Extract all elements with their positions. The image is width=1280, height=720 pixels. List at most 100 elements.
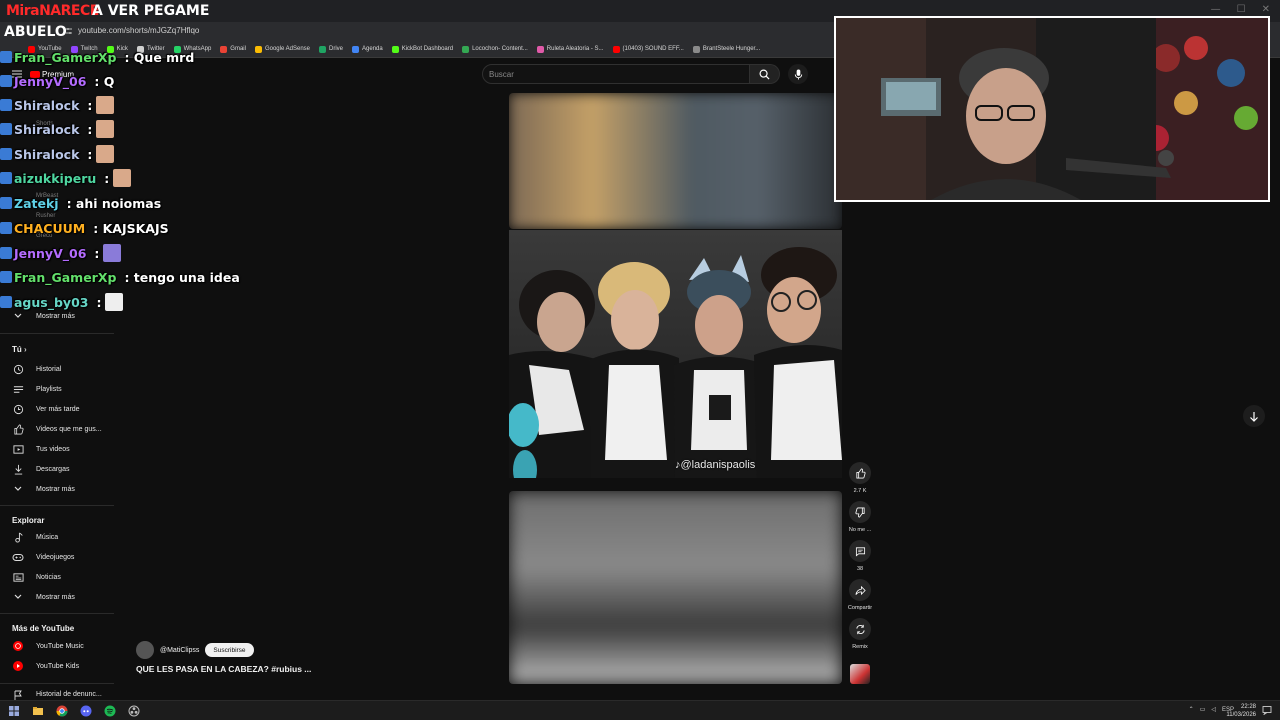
bookmark-favicon-icon <box>220 45 228 53</box>
bookmark-item[interactable]: Agenda <box>352 45 383 53</box>
network-icon[interactable]: ▭ <box>1200 706 1206 713</box>
thumbs-up-icon <box>13 424 24 434</box>
chat-message: Fran_GamerXp: tengo una idea <box>0 266 240 288</box>
discord-icon[interactable] <box>80 705 92 717</box>
share-button[interactable]: Compartir <box>848 579 872 611</box>
bookmark-label: Ruleta Aleatoria - S... <box>546 46 604 52</box>
chat-badge-icon <box>0 75 12 87</box>
voice-search-button[interactable] <box>788 64 808 84</box>
sidebar-you-header[interactable]: Tú › <box>12 345 27 354</box>
remix-button[interactable]: Remix <box>848 618 872 650</box>
bookmark-item[interactable]: KickBot Dashboard <box>391 45 453 53</box>
chat-username: Shiralock <box>14 121 80 137</box>
sidebar-item-downloads[interactable]: Descargas <box>0 460 118 478</box>
sidebar-item-music[interactable]: Música <box>0 528 118 546</box>
subscribe-button[interactable]: Suscribirse <box>205 643 254 657</box>
minimize-icon[interactable]: — <box>1211 4 1221 15</box>
notifications-icon[interactable] <box>1262 705 1272 715</box>
audio-track-thumbnail[interactable] <box>850 664 870 684</box>
chat-username: agus_by03 <box>14 294 89 310</box>
spotify-icon[interactable] <box>104 705 116 717</box>
bookmark-label: Agenda <box>362 46 383 52</box>
stream-title: A VER PEGAME <box>92 3 210 19</box>
bookmark-label: Drive <box>329 46 344 52</box>
sidebar-label: Videos que me gus... <box>36 425 102 433</box>
next-short-button[interactable] <box>1243 405 1265 427</box>
sidebar-item-history[interactable]: Historial <box>0 360 118 378</box>
sidebar-item-liked-videos[interactable]: Videos que me gus... <box>0 420 118 438</box>
sidebar-item-report-history[interactable]: Historial de denunc... <box>0 689 118 700</box>
sidebar-label: Mostrar más <box>36 593 75 601</box>
sidebar-item-news[interactable]: Noticias <box>0 568 118 586</box>
like-button[interactable]: 2.7 K <box>848 462 872 494</box>
playlist-icon <box>13 385 23 393</box>
file-explorer-icon[interactable] <box>32 705 44 717</box>
sidebar-label: Descargas <box>36 465 70 473</box>
sidebar-item-youtube-kids[interactable]: YouTube Kids <box>0 657 118 675</box>
chevron-up-icon[interactable]: ⌃ <box>1189 706 1194 713</box>
short-title[interactable]: QUE LES PASA EN LA CABEZA? #rubius ... <box>136 664 311 674</box>
chrome-icon[interactable] <box>56 705 68 717</box>
comments-button[interactable]: 38 <box>848 540 872 572</box>
channel-name[interactable]: @MatiClipss <box>160 647 199 654</box>
short-video-frame <box>509 230 842 490</box>
clock-date: 11/03/2026 <box>1226 712 1256 718</box>
channel-avatar[interactable] <box>136 641 154 659</box>
search-input[interactable]: Buscar <box>482 64 750 84</box>
chat-text: : Q <box>94 73 115 89</box>
sidebar-item-gaming[interactable]: Videojuegos <box>0 548 118 566</box>
site-info-icon[interactable] <box>64 26 74 36</box>
newspaper-icon <box>12 572 24 582</box>
sidebar-item-show-more-explore[interactable]: Mostrar más <box>0 588 118 606</box>
bookmark-label: Locochon- Content... <box>472 46 528 52</box>
share-icon <box>855 585 866 595</box>
bookmark-item[interactable]: Locochon- Content... <box>462 45 528 53</box>
comment-count: 38 <box>856 566 864 572</box>
volume-icon[interactable]: ◁ <box>1211 706 1216 713</box>
bookmark-item[interactable]: Drive <box>319 45 344 53</box>
chat-username: Zatekj <box>14 195 59 211</box>
chat-message: Shiralock: <box>0 94 115 116</box>
bookmark-item[interactable]: Gmail <box>220 45 246 53</box>
chat-username: Fran_GamerXp <box>14 49 117 65</box>
flag-icon <box>14 690 22 700</box>
chat-username: Fran_GamerXp <box>14 269 117 285</box>
search-placeholder: Buscar <box>489 70 514 79</box>
chevron-right-icon: › <box>24 345 27 354</box>
chat-badge-icon <box>0 296 12 308</box>
windows-start-icon[interactable] <box>8 705 20 717</box>
channel-label: ABUELO <box>4 24 67 40</box>
taskbar-clock[interactable]: 22:28 11/03/2026 <box>1226 703 1256 719</box>
microphone-icon <box>794 68 802 80</box>
next-short-thumbnail[interactable] <box>509 491 842 684</box>
current-short-video[interactable] <box>509 230 842 490</box>
bookmark-item[interactable]: Google AdSense <box>254 45 310 53</box>
sidebar-label: Mostrar más <box>36 312 75 320</box>
close-icon[interactable]: ✕ <box>1262 4 1270 15</box>
obs-icon[interactable] <box>128 705 140 717</box>
short-channel-info: @MatiClipss Suscribirse <box>136 641 254 659</box>
sidebar-item-your-videos[interactable]: Tus videos <box>0 440 118 458</box>
video-icon <box>12 444 24 454</box>
chat-username: JennyV_06 <box>14 73 87 89</box>
bookmark-item[interactable]: (10403) SOUND EFF... <box>612 45 684 53</box>
maximize-icon[interactable]: ☐ <box>1237 4 1246 15</box>
bookmark-item[interactable]: BrantSteele Hunger... <box>692 45 760 53</box>
search-button[interactable] <box>750 64 780 84</box>
sidebar-item-watch-later[interactable]: Ver más tarde <box>0 400 118 418</box>
previous-short-thumbnail[interactable] <box>509 93 842 229</box>
sidebar-item-show-more-you[interactable]: Mostrar más <box>0 480 118 498</box>
bookmark-label: Gmail <box>230 46 246 52</box>
dislike-button[interactable]: No me ... <box>848 501 872 533</box>
sidebar-item-playlists[interactable]: Playlists <box>0 380 118 398</box>
chat-badge-icon <box>0 123 12 135</box>
gamepad-icon <box>12 553 24 561</box>
bookmark-item[interactable]: Ruleta Aleatoria - S... <box>536 45 604 53</box>
sidebar-label: Mostrar más <box>36 485 75 493</box>
sidebar-explore-header: Explorar <box>12 516 45 525</box>
sidebar-item-youtube-music[interactable]: YouTube Music <box>0 637 118 655</box>
chat-badge-icon <box>0 197 12 209</box>
sidebar-label: YouTube Kids <box>36 662 80 670</box>
url-input[interactable]: youtube.com/shorts/mJGZq7Hflqo <box>78 26 199 35</box>
webcam-overlay <box>834 16 1270 202</box>
